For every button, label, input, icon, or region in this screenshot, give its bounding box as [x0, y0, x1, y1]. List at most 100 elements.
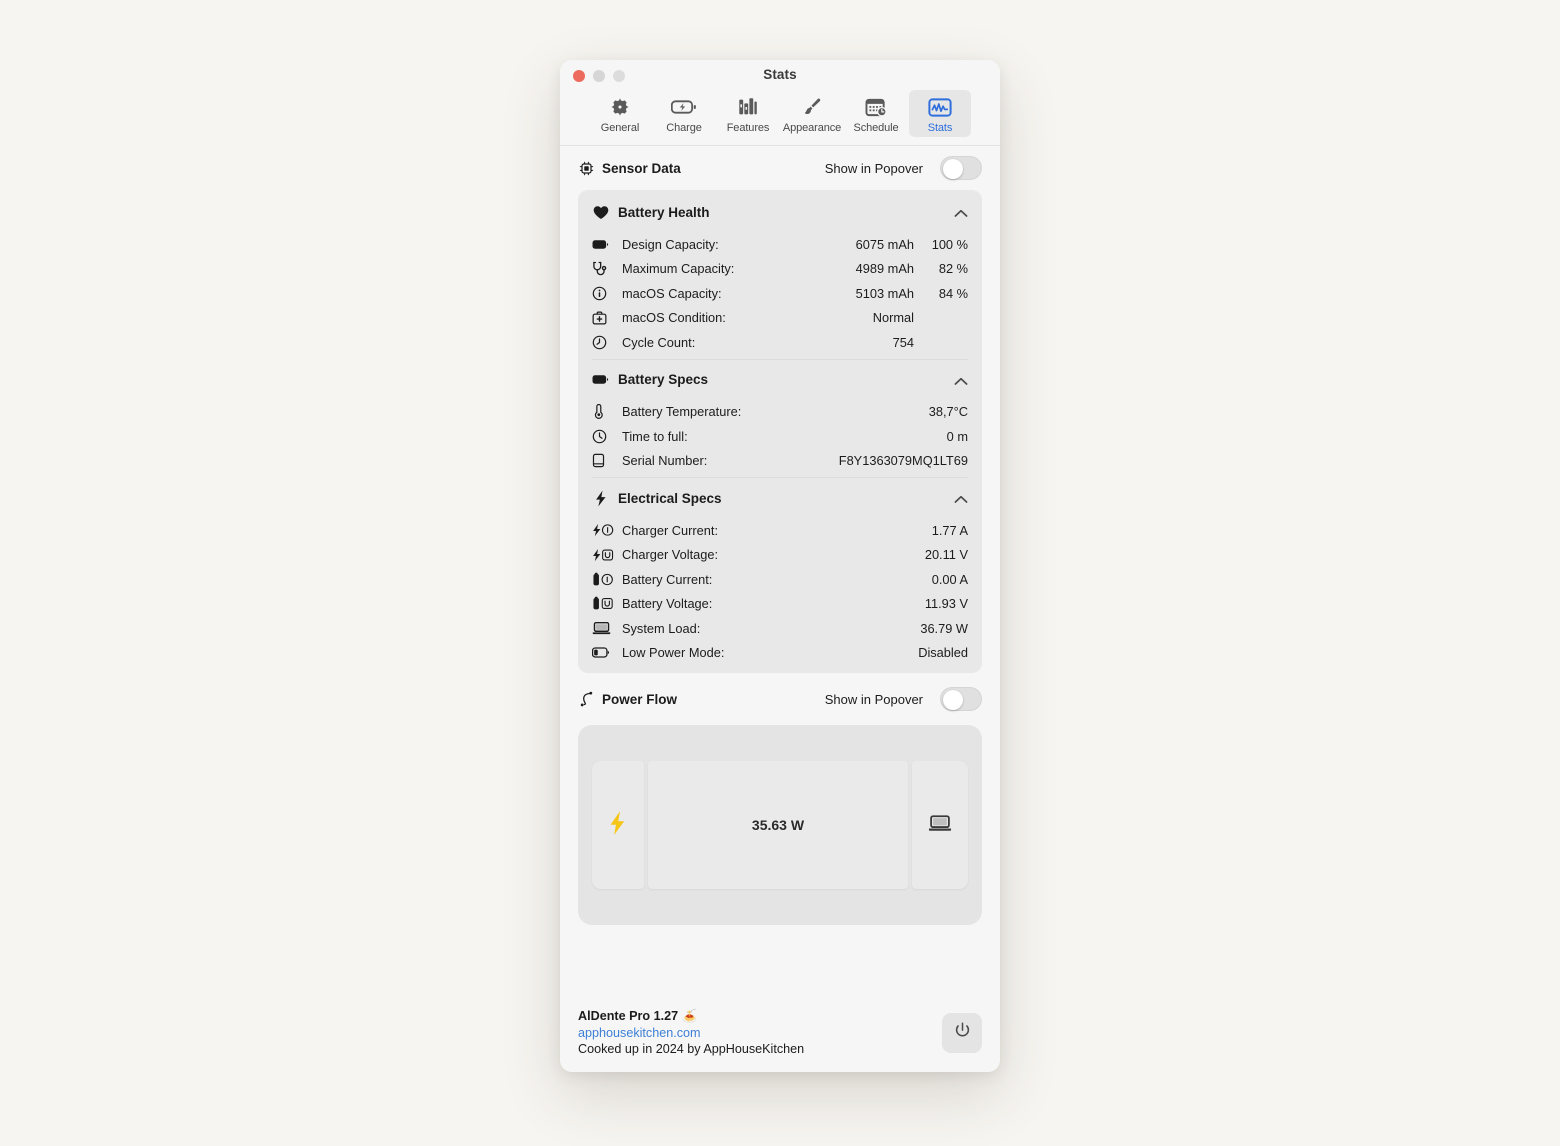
row-label: System Load: — [622, 620, 701, 636]
row-value: 36.79 W — [920, 620, 968, 636]
tab-appearance[interactable]: Appearance — [781, 90, 843, 137]
website-link[interactable]: apphousekitchen.com — [578, 1026, 804, 1040]
row-value: 1.77 A — [931, 522, 968, 538]
group-battery-specs[interactable]: Battery Specs — [592, 360, 968, 400]
battery-voltage-icon — [592, 596, 614, 611]
row-label: macOS Capacity: — [622, 285, 722, 301]
row-value: Normal — [872, 310, 914, 326]
gear-icon — [609, 95, 631, 119]
settings-body: Sensor Data Show in Popover Battery Heal… — [560, 146, 1000, 995]
row-label: Serial Number: — [622, 453, 708, 469]
battery-current-icon — [592, 572, 614, 587]
clock-icon — [592, 335, 614, 350]
group-battery-health[interactable]: Battery Health — [592, 192, 968, 232]
power-source-node — [592, 761, 644, 889]
power-flow-panel: 35.63 W — [578, 725, 982, 925]
calendar-clock-icon — [865, 95, 888, 119]
row-value: 6075 mAh — [855, 236, 914, 252]
tab-features[interactable]: Features — [717, 90, 779, 137]
row-value: 0 m — [946, 428, 968, 444]
lightning-bolt-icon — [609, 810, 627, 841]
row-time-to-full: Time to full: 0 m — [592, 424, 968, 449]
group-title: Battery Health — [618, 204, 710, 220]
app-window: Stats General Charge Features Appearance… — [560, 60, 1000, 1072]
tab-charge-label: Charge — [666, 122, 702, 134]
row-value-secondary: 100 % — [931, 236, 968, 252]
row-value: Disabled — [918, 645, 968, 661]
power-flow-popover-label: Show in Popover — [824, 691, 923, 707]
power-flow-diagram: 35.63 W — [592, 761, 968, 889]
sensor-data-header: Sensor Data Show in Popover — [578, 146, 982, 190]
power-flow-title: Power Flow — [602, 691, 678, 707]
bolt-current-icon — [592, 523, 614, 537]
row-cycle-count: Cycle Count: 754 — [592, 330, 968, 355]
row-value: 4989 mAh — [855, 261, 914, 277]
laptop-icon — [592, 621, 614, 635]
group-electrical-specs[interactable]: Electrical Specs — [592, 478, 968, 518]
sensor-popover-toggle[interactable] — [940, 156, 982, 180]
chevron-up-icon[interactable] — [954, 373, 968, 387]
row-value: 20.11 V — [924, 547, 968, 563]
tab-appearance-label: Appearance — [782, 122, 842, 134]
power-flow-header: Power Flow Show in Popover — [578, 673, 982, 725]
tab-charge[interactable]: Charge — [653, 90, 715, 137]
clock-icon — [592, 429, 614, 444]
row-label: Cycle Count: — [622, 334, 696, 350]
sensor-data-title: Sensor Data — [602, 160, 681, 176]
window-title: Stats — [763, 67, 797, 82]
heart-icon — [592, 205, 609, 220]
row-value: 38,7°C — [928, 404, 968, 420]
row-label: Charger Current: — [622, 522, 719, 538]
tab-schedule[interactable]: Schedule — [845, 90, 907, 137]
row-value-secondary: 84 % — [938, 285, 968, 301]
row-battery-current: Battery Current: 0.00 A — [592, 567, 968, 592]
row-value: F8Y1363079MQ1LT69 — [838, 453, 968, 469]
info-circle-icon — [592, 286, 614, 301]
row-value: 5103 mAh — [855, 285, 914, 301]
footer: AlDente Pro 1.27 🍝 apphousekitchen.com C… — [560, 995, 1000, 1072]
app-version-row: AlDente Pro 1.27 🍝 — [578, 1009, 804, 1024]
quit-button[interactable] — [942, 1012, 982, 1053]
power-flow-popover-toggle[interactable] — [940, 687, 982, 711]
row-label: macOS Condition: — [622, 310, 726, 326]
chevron-up-icon[interactable] — [954, 205, 968, 219]
tab-schedule-label: Schedule — [853, 122, 899, 134]
row-value: 0.00 A — [931, 571, 968, 587]
app-version-label: AlDente Pro 1.27 — [578, 1009, 679, 1023]
row-label: Battery Current: — [622, 571, 713, 587]
pasta-emoji: 🍝 — [681, 1009, 698, 1023]
row-label: Time to full: — [622, 428, 688, 444]
row-charger-current: Charger Current: 1.77 A — [592, 518, 968, 543]
battery-full-icon — [592, 239, 614, 250]
credit-label: Cooked up in 2024 by AppHouseKitchen — [578, 1042, 805, 1056]
row-label: Battery Voltage: — [622, 596, 713, 612]
group-title: Battery Specs — [618, 372, 709, 387]
row-design-capacity: Design Capacity: 6075 mAh 100 % — [592, 232, 968, 257]
tab-stats-label: Stats — [927, 122, 953, 134]
stethoscope-icon — [592, 261, 614, 276]
first-aid-icon — [592, 311, 614, 325]
sensor-data-card: Battery Health Design Capacity: 6075 mAh… — [578, 190, 982, 673]
chevron-up-icon[interactable] — [954, 491, 968, 505]
sensor-popover-label: Show in Popover — [824, 160, 923, 176]
row-battery-voltage: Battery Voltage: 11.93 V — [592, 592, 968, 617]
tab-stats[interactable]: Stats — [909, 90, 971, 137]
bolt-icon — [592, 490, 609, 507]
row-value: 754 — [892, 334, 914, 350]
toggle-knob — [942, 689, 963, 710]
row-label: Low Power Mode: — [622, 645, 725, 661]
row-label: Design Capacity: — [622, 236, 719, 252]
chart-waveform-icon — [928, 95, 952, 119]
tab-general-label: General — [600, 122, 640, 134]
row-macos-capacity: macOS Capacity: 5103 mAh 84 % — [592, 281, 968, 306]
row-label: Charger Voltage: — [622, 547, 719, 563]
row-value-secondary: 82 % — [938, 261, 968, 277]
bolt-voltage-icon — [592, 548, 614, 562]
battery-full-icon — [592, 374, 609, 385]
footer-text-block: AlDente Pro 1.27 🍝 apphousekitchen.com C… — [578, 1009, 804, 1056]
battery-bolt-icon — [671, 95, 697, 119]
toggle-knob — [942, 158, 963, 179]
tab-general[interactable]: General — [589, 90, 651, 137]
document-icon — [592, 453, 614, 468]
row-charger-voltage: Charger Voltage: 20.11 V — [592, 543, 968, 568]
